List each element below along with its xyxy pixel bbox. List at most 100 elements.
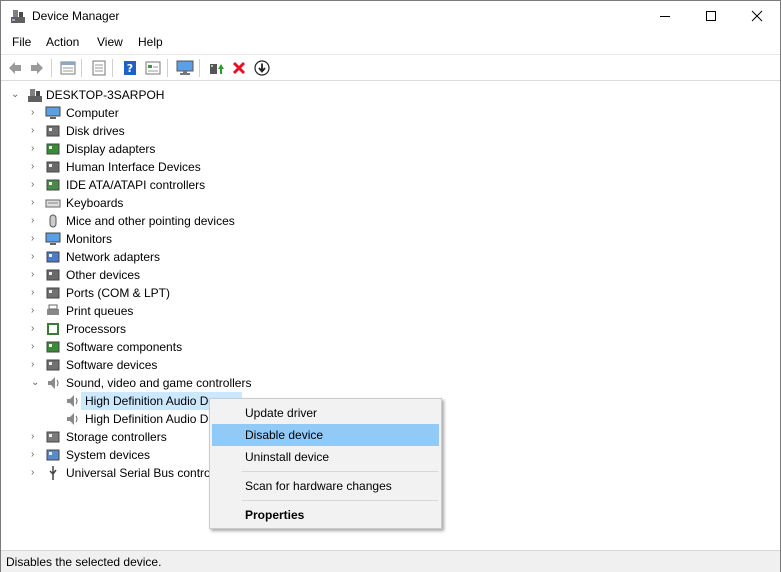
chevron-right-icon[interactable]: › <box>31 126 39 136</box>
close-icon <box>751 10 763 22</box>
chevron-down-icon[interactable]: ⌄ <box>11 90 19 100</box>
show-hidden-icon <box>145 61 161 75</box>
tree-category-row[interactable]: › Print queues <box>1 302 321 320</box>
mouse-icon <box>49 214 57 228</box>
maximize-button[interactable] <box>688 1 734 31</box>
tree-category-label: System devices <box>66 448 151 462</box>
properties-pane-icon <box>60 61 76 75</box>
menu-disable-device[interactable]: Disable device <box>212 424 439 446</box>
tree-category-row[interactable]: › Processors <box>1 320 321 338</box>
other-devices-icon <box>46 269 60 281</box>
chevron-right-icon[interactable]: › <box>31 162 39 172</box>
chevron-right-icon[interactable]: › <box>31 468 39 478</box>
tree-category-label: Ports (COM & LPT) <box>66 286 171 300</box>
view-mode-button[interactable] <box>90 59 108 77</box>
menu-help[interactable]: Help <box>138 35 163 49</box>
tree-category-row[interactable]: › Display adapters <box>1 140 321 158</box>
computer-root-icon <box>28 89 42 102</box>
tree-category-label: Display adapters <box>66 142 156 156</box>
update-driver-button[interactable] <box>207 59 225 77</box>
system-device-icon <box>46 449 60 461</box>
tree-category-row[interactable]: › Disk drives <box>1 122 321 140</box>
computer-monitor-icon <box>176 60 194 75</box>
menu-view[interactable]: View <box>97 35 123 49</box>
keyboard-icon <box>45 199 61 208</box>
toolbar-separator <box>112 59 113 77</box>
tree-category-row[interactable]: › Human Interface Devices <box>1 158 321 176</box>
disable-device-button[interactable] <box>253 59 271 77</box>
menu-file[interactable]: File <box>12 35 31 49</box>
tree-category-row[interactable]: › Other devices <box>1 266 321 284</box>
software-component-icon <box>46 341 60 353</box>
tree-category-label: Disk drives <box>66 124 125 138</box>
tree-category-label: Network adapters <box>66 250 161 264</box>
forward-arrow-icon <box>31 62 43 74</box>
help-icon: ? <box>124 61 136 75</box>
forward-button[interactable] <box>28 59 46 77</box>
tree-category-label: Other devices <box>66 268 141 282</box>
menu-properties[interactable]: Properties <box>212 504 439 526</box>
scan-hardware-button[interactable] <box>176 59 194 77</box>
window-title: Device Manager <box>32 9 120 23</box>
tree-category-row[interactable]: › Ports (COM & LPT) <box>1 284 321 302</box>
tree-category-label: Computer <box>66 106 119 120</box>
chevron-right-icon[interactable]: › <box>31 432 39 442</box>
chevron-right-icon[interactable]: › <box>31 288 39 298</box>
tree-category-row[interactable]: › Software components <box>1 338 321 356</box>
tree-category-row[interactable]: › Mice and other pointing devices <box>1 212 321 230</box>
software-device-icon <box>46 359 60 371</box>
toolbar-separator <box>51 59 52 77</box>
tree-category-row[interactable]: › Network adapters <box>1 248 321 266</box>
menu-update-driver[interactable]: Update driver <box>212 402 439 424</box>
chevron-right-icon[interactable]: › <box>31 342 39 352</box>
menu-scan-hardware[interactable]: Scan for hardware changes <box>212 475 439 497</box>
toolbar-separator <box>167 59 168 77</box>
chevron-right-icon[interactable]: › <box>31 252 39 262</box>
tree-category-row[interactable]: › Keyboards <box>1 194 321 212</box>
help-button[interactable]: ? <box>121 59 139 77</box>
tree-category-row[interactable]: › Software devices <box>1 356 321 374</box>
chevron-right-icon[interactable]: › <box>31 180 39 190</box>
chevron-right-icon[interactable]: › <box>31 306 39 316</box>
chevron-right-icon[interactable]: › <box>31 108 39 118</box>
printer-icon <box>47 304 59 315</box>
chevron-right-icon[interactable]: › <box>31 324 39 334</box>
tree-category-label: Print queues <box>66 304 134 318</box>
tree-category-row[interactable]: › Monitors <box>1 230 321 248</box>
tree-root[interactable]: ⌄ DESKTOP-3SARPOH <box>1 86 301 104</box>
tree-category-row[interactable]: › IDE ATA/ATAPI controllers <box>1 176 321 194</box>
ide-controller-icon <box>46 179 60 191</box>
close-button[interactable] <box>734 1 780 31</box>
chevron-right-icon[interactable]: › <box>31 270 39 280</box>
ports-icon <box>46 287 60 299</box>
toolbar-separator <box>81 59 82 77</box>
chevron-right-icon[interactable]: › <box>31 360 39 370</box>
tree-category-label: Processors <box>66 322 127 336</box>
tree-device-label: High Definition Audio D <box>85 412 209 426</box>
tree-category-label: Sound, video and game controllers <box>66 376 252 390</box>
speaker-icon <box>67 395 78 407</box>
uninstall-device-button[interactable] <box>230 59 248 77</box>
computer-icon <box>45 106 61 119</box>
menu-uninstall-device[interactable]: Uninstall device <box>212 446 439 468</box>
minimize-button[interactable] <box>642 1 688 31</box>
menu-action[interactable]: Action <box>46 35 79 49</box>
tree-category-label: Software components <box>66 340 183 354</box>
chevron-right-icon[interactable]: › <box>31 234 39 244</box>
monitor-icon <box>45 232 61 245</box>
uninstall-x-icon <box>232 61 246 75</box>
chevron-down-icon[interactable]: ⌄ <box>31 378 39 388</box>
tree-category-row[interactable]: ⌄ Sound, video and game controllers <box>1 374 321 392</box>
chevron-right-icon[interactable]: › <box>31 450 39 460</box>
show-hidden-button[interactable] <box>144 59 162 77</box>
tree-category-label: Software devices <box>66 358 158 372</box>
tree-category-row[interactable]: › Computer <box>1 104 321 122</box>
properties-pane-button[interactable] <box>59 59 77 77</box>
chevron-right-icon[interactable]: › <box>31 216 39 226</box>
back-button[interactable] <box>6 59 24 77</box>
device-manager-window: Device Manager File Action View Help ? ⌄… <box>0 0 781 572</box>
chevron-right-icon[interactable]: › <box>31 198 39 208</box>
speaker-icon <box>67 413 78 425</box>
root-label: DESKTOP-3SARPOH <box>46 88 165 102</box>
chevron-right-icon[interactable]: › <box>31 144 39 154</box>
